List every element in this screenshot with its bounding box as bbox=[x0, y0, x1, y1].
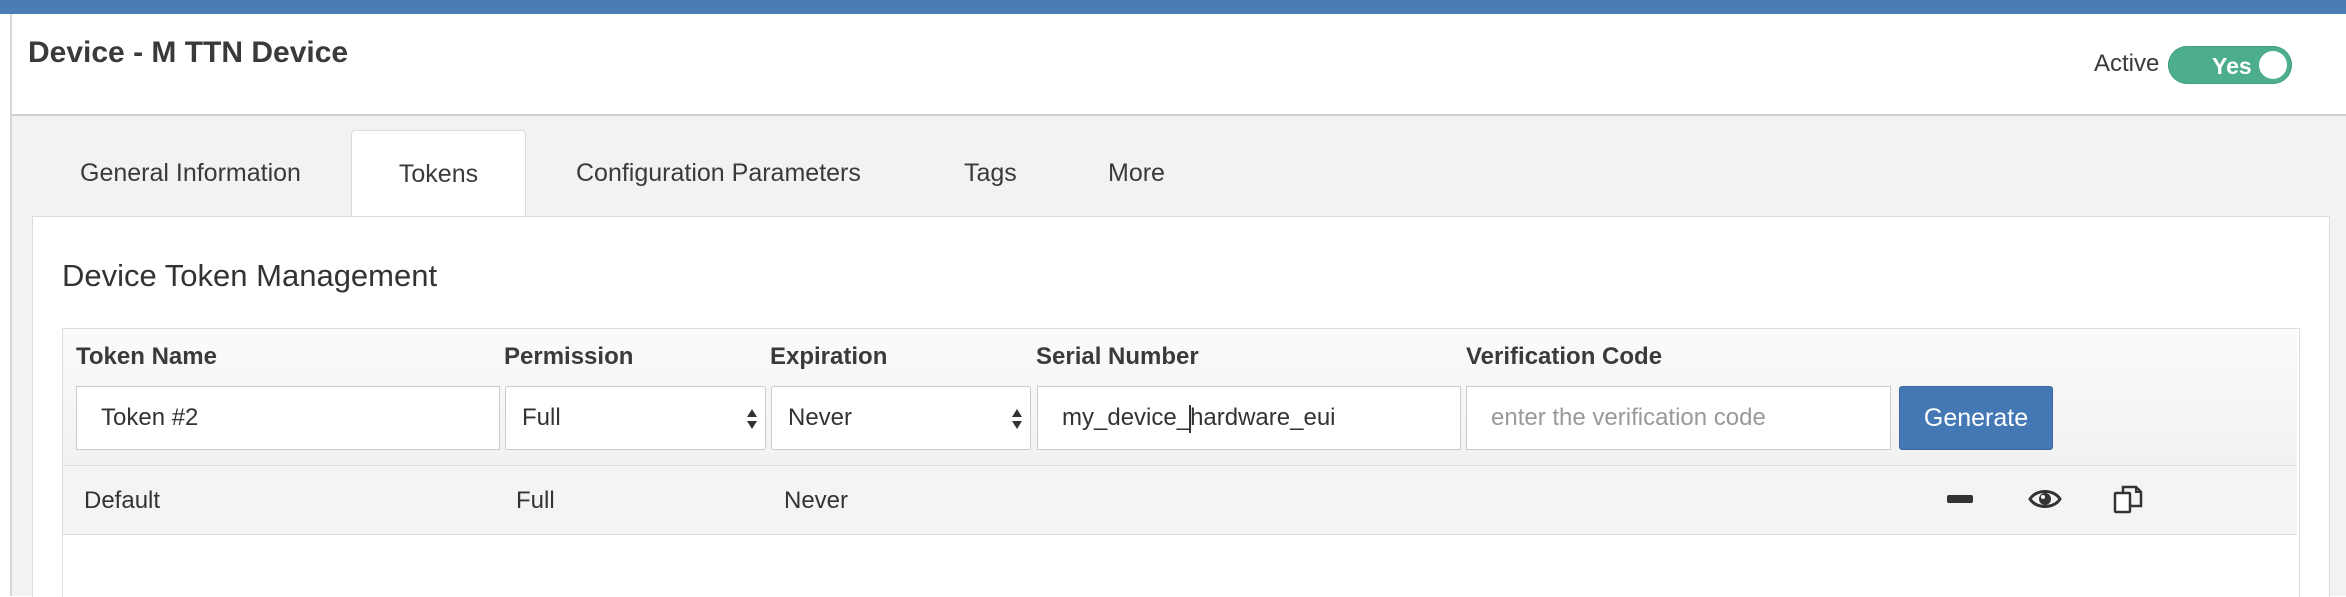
select-arrows-icon bbox=[1012, 409, 1022, 429]
minus-icon[interactable] bbox=[1946, 491, 1974, 512]
serial-number-input[interactable]: my_device_hardware_eui bbox=[1037, 386, 1461, 450]
tab-general-information[interactable]: General Information bbox=[80, 130, 301, 216]
row-token-name: Default bbox=[84, 487, 161, 514]
column-header-permission: Permission bbox=[504, 343, 634, 370]
token-name-value: Token #2 bbox=[101, 404, 199, 431]
expiration-select[interactable]: Never bbox=[771, 386, 1031, 450]
serial-number-after-cursor: hardware_eui bbox=[1190, 404, 1336, 431]
active-toggle[interactable]: Yes bbox=[2168, 46, 2292, 84]
tab-configuration-parameters[interactable]: Configuration Parameters bbox=[576, 130, 861, 216]
eye-icon[interactable] bbox=[2028, 486, 2062, 517]
active-label: Active bbox=[2094, 50, 2160, 77]
toggle-knob bbox=[2259, 51, 2287, 79]
column-header-token-name: Token Name bbox=[76, 343, 217, 370]
panel-title: Device Token Management bbox=[62, 258, 438, 293]
verification-code-placeholder: enter the verification code bbox=[1491, 404, 1766, 431]
copy-icon[interactable] bbox=[2112, 484, 2144, 521]
select-arrows-icon bbox=[747, 409, 757, 429]
row-permission: Full bbox=[516, 487, 555, 514]
active-toggle-text: Yes bbox=[2212, 53, 2252, 79]
expiration-value: Never bbox=[788, 404, 853, 431]
generate-button[interactable]: Generate bbox=[1899, 386, 2053, 450]
tab-tags[interactable]: Tags bbox=[964, 130, 1017, 216]
tab-tokens[interactable]: Tokens bbox=[351, 130, 526, 219]
permission-value: Full bbox=[522, 404, 561, 431]
column-header-expiration: Expiration bbox=[770, 343, 888, 370]
page-header bbox=[12, 14, 2346, 116]
page-title: Device - M TTN Device bbox=[28, 36, 349, 69]
permission-select[interactable]: Full bbox=[505, 386, 766, 450]
serial-number-before-cursor: my_device_ bbox=[1062, 404, 1191, 431]
column-header-verification-code: Verification Code bbox=[1466, 343, 1663, 370]
tab-more[interactable]: More bbox=[1108, 130, 1165, 216]
column-header-serial-number: Serial Number bbox=[1036, 343, 1199, 370]
token-name-input[interactable]: Token #2 bbox=[76, 386, 500, 450]
verification-code-input[interactable]: enter the verification code bbox=[1466, 386, 1891, 450]
top-accent-bar bbox=[0, 0, 2346, 14]
row-expiration: Never bbox=[784, 487, 849, 514]
